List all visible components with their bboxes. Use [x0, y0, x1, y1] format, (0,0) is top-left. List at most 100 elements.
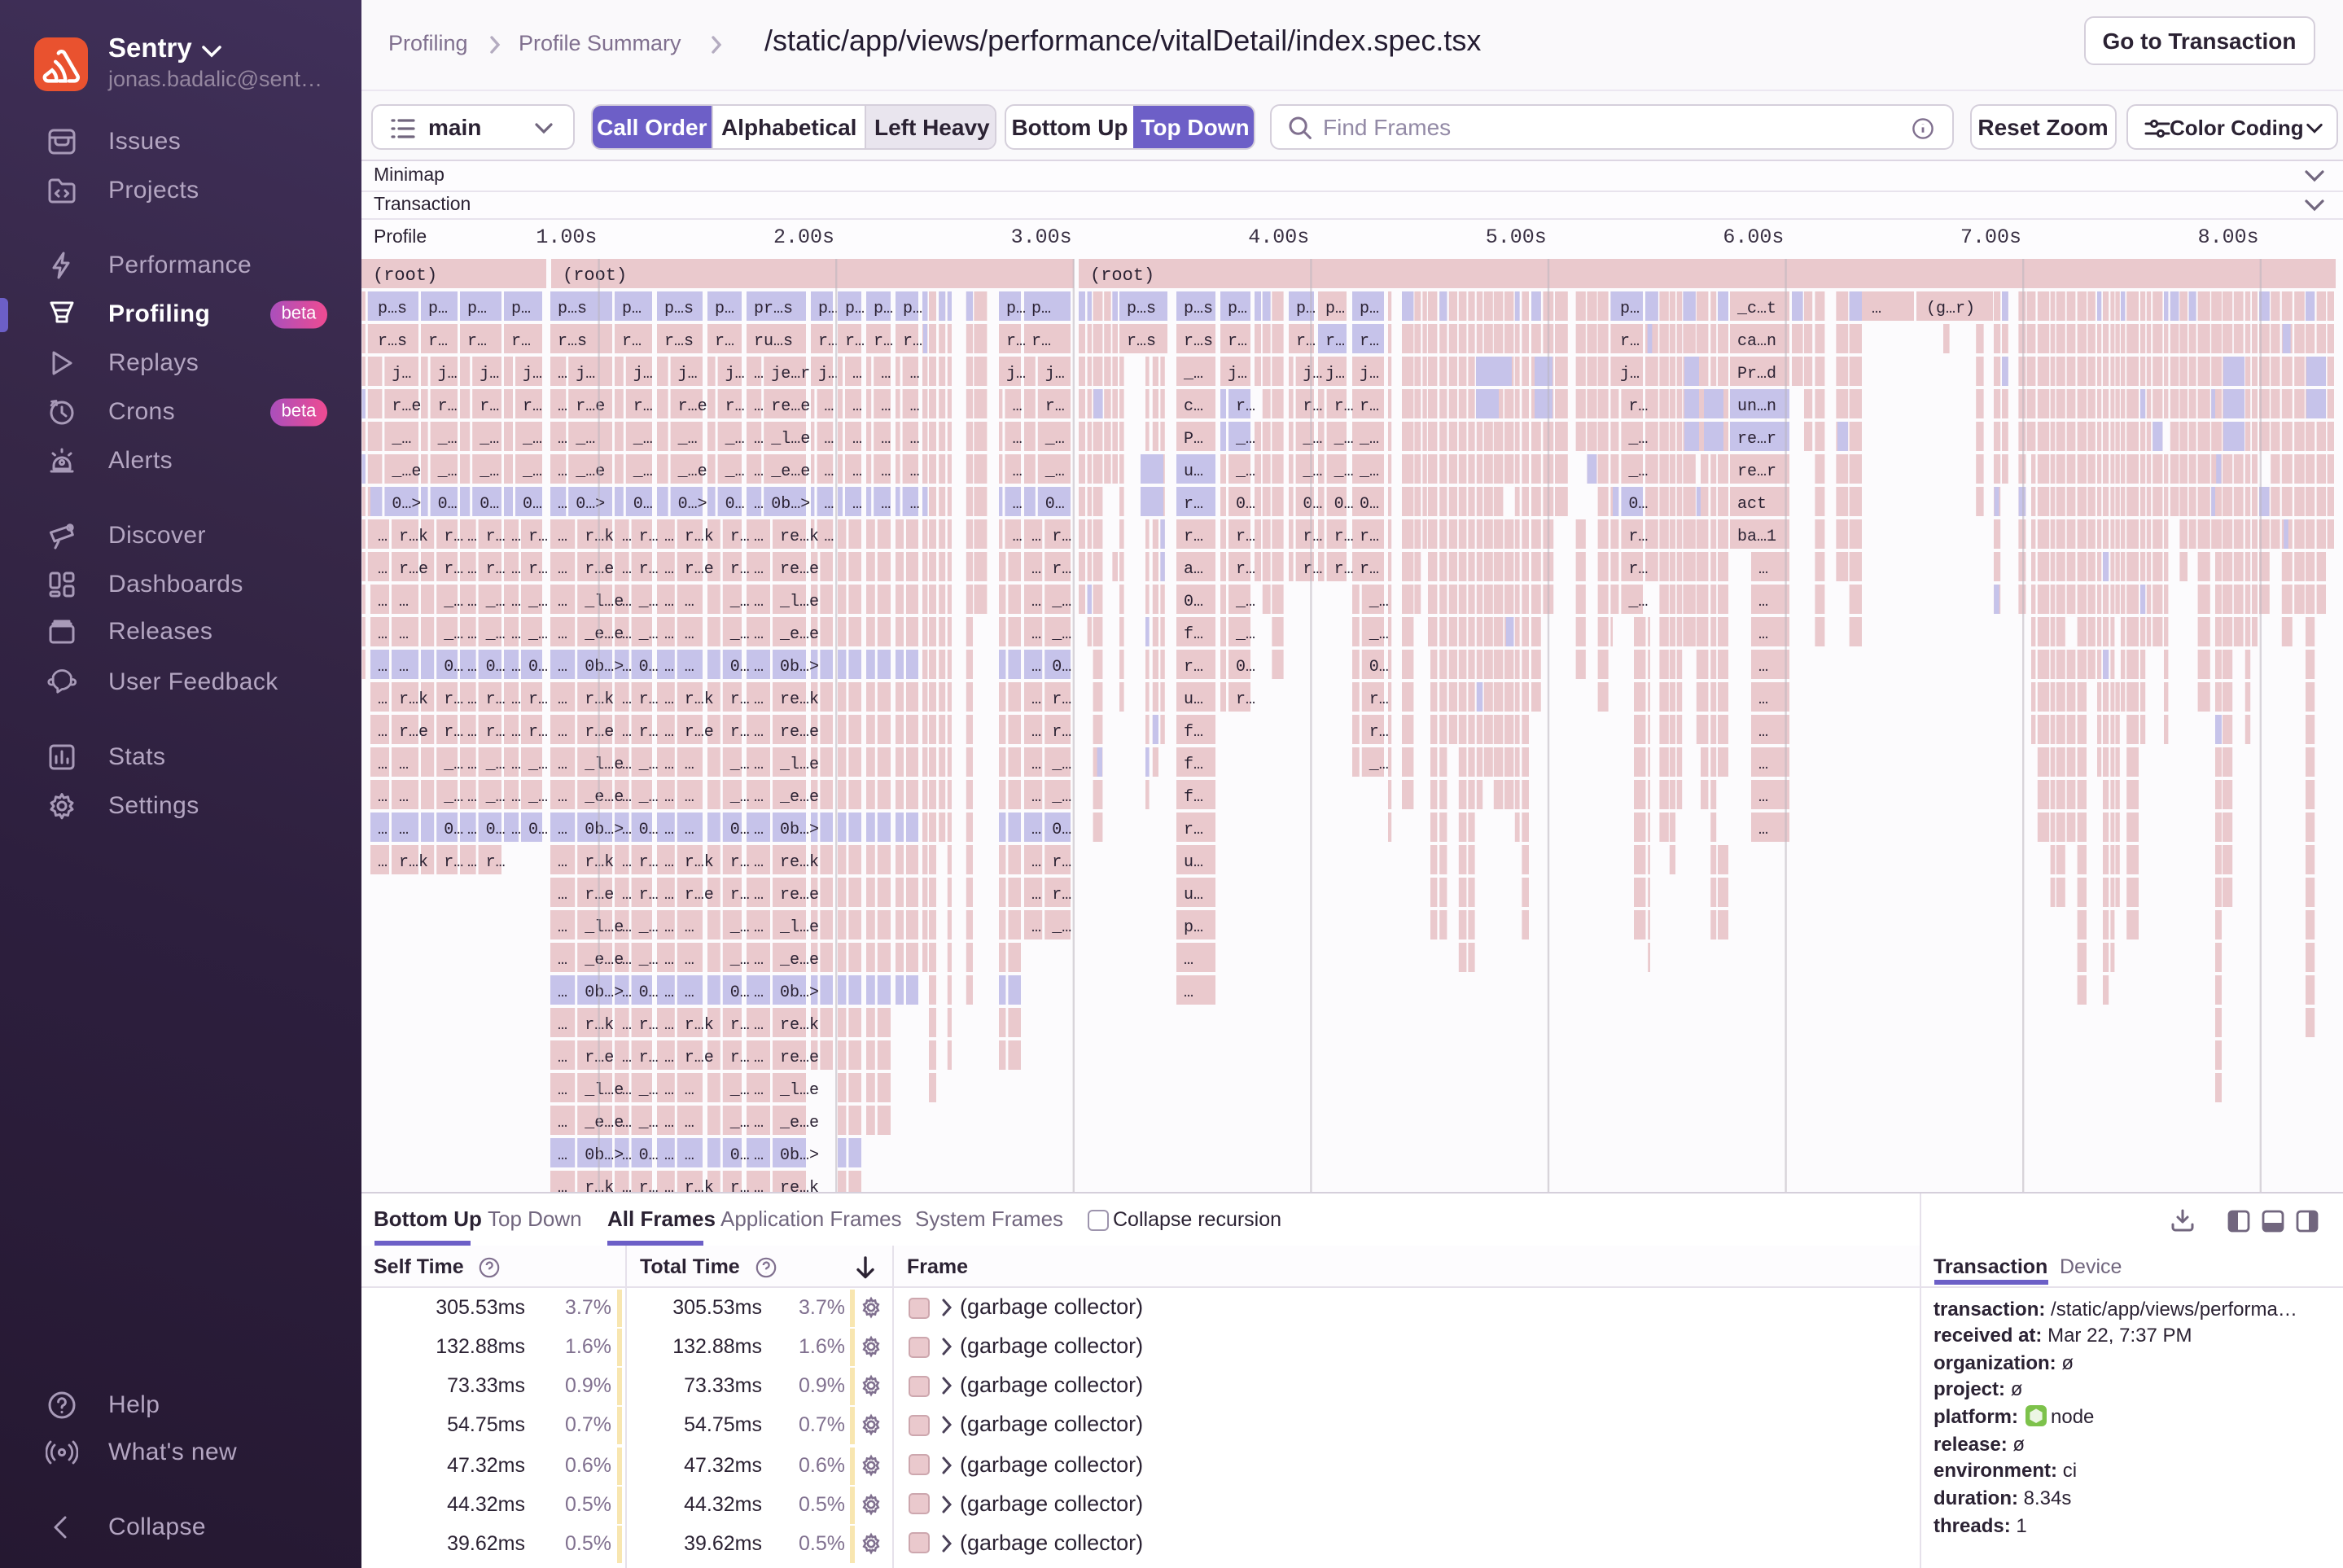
svg-text:r…: r…	[725, 397, 744, 416]
svg-text:…: …	[663, 593, 673, 611]
svg-text:r…: r…	[528, 560, 547, 579]
svg-text:…: …	[557, 430, 567, 449]
svg-text:0…: 0…	[1359, 495, 1378, 514]
svg-text:…: …	[510, 690, 520, 709]
svg-text:_l…e: _l…e	[778, 1081, 818, 1100]
svg-text:0b…>: 0b…>	[584, 983, 623, 1002]
svg-text:r…: r…	[638, 886, 658, 904]
svg-text:0…>: 0…>	[677, 495, 707, 514]
svg-text:r…s: r…s	[377, 332, 406, 351]
svg-text:_l…e: _l…e	[583, 918, 623, 937]
svg-text:0…: 0…	[1051, 821, 1071, 839]
svg-text:_…: _…	[724, 462, 744, 481]
svg-text:…: …	[377, 658, 387, 677]
svg-text:…: …	[557, 723, 567, 742]
svg-text:_…: _…	[484, 593, 505, 611]
svg-text:r…k: r…k	[398, 690, 427, 709]
svg-text:0…: 0…	[638, 1146, 658, 1165]
svg-text:r…: r…	[443, 528, 462, 546]
svg-text:r…: r…	[1051, 853, 1071, 872]
svg-text:_…: _…	[637, 625, 658, 644]
svg-text:…: …	[663, 951, 673, 970]
svg-text:_…: _…	[442, 756, 462, 774]
svg-text:…: …	[852, 397, 861, 416]
svg-text:p…: p…	[902, 300, 922, 318]
svg-text:…: …	[466, 658, 476, 677]
svg-text:0…: 0…	[729, 983, 749, 1002]
svg-text:…: …	[557, 625, 567, 644]
svg-text:_…: _…	[1044, 462, 1064, 481]
svg-text:re…e: re…e	[779, 1049, 818, 1067]
svg-text:_…: _…	[637, 593, 658, 611]
svg-text:…: …	[377, 560, 387, 579]
svg-text:p…: p…	[1619, 300, 1639, 318]
svg-text:r…: r…	[510, 332, 530, 351]
svg-text:…: …	[823, 430, 833, 449]
svg-text:…: …	[753, 658, 763, 677]
svg-text:…: …	[753, 1114, 763, 1132]
svg-text:u…: u…	[1183, 853, 1202, 872]
svg-text:_…: _…	[729, 593, 749, 611]
svg-text:p…: p…	[510, 300, 530, 318]
svg-text:r…: r…	[443, 560, 462, 579]
svg-text:…: …	[823, 528, 833, 546]
svg-text:r…: r…	[729, 723, 749, 742]
svg-text:a…: a…	[1183, 560, 1202, 579]
svg-text:…: …	[753, 430, 763, 449]
svg-text:_…: _…	[637, 1114, 658, 1132]
svg-text:r…k: r…k	[684, 690, 713, 709]
svg-text:…: …	[753, 723, 763, 742]
svg-text:0…: 0…	[638, 983, 658, 1002]
svg-text:r…e: r…e	[677, 397, 707, 416]
svg-text:…: …	[753, 625, 763, 644]
svg-text:0…: 0…	[1302, 495, 1321, 514]
svg-text:_…: _…	[1234, 625, 1255, 644]
svg-text:r…e: r…e	[398, 560, 427, 579]
svg-text:…: …	[852, 462, 861, 481]
svg-text:re…k: re…k	[779, 528, 818, 546]
svg-text:_…: _…	[1368, 593, 1388, 611]
svg-text:…: …	[753, 1179, 763, 1192]
svg-text:…: …	[753, 886, 763, 904]
svg-text:…: …	[753, 462, 763, 481]
svg-text:…: …	[909, 462, 919, 481]
svg-text:r…: r…	[638, 1049, 658, 1067]
svg-text:p…s: p…s	[1126, 300, 1155, 318]
svg-text:0…: 0…	[1235, 658, 1255, 677]
svg-text:p…: p…	[466, 300, 486, 318]
svg-text:…: …	[1758, 560, 1767, 579]
svg-text:…: …	[663, 723, 673, 742]
svg-text:f…: f…	[1183, 756, 1202, 774]
svg-text:r…k: r…k	[684, 1179, 713, 1192]
svg-text:0…: 0…	[443, 821, 462, 839]
svg-text:_e…e: _e…e	[769, 462, 809, 481]
svg-text:r…e: r…e	[684, 1049, 713, 1067]
svg-text:p…: p…	[1295, 300, 1315, 318]
svg-text:re…e: re…e	[779, 560, 818, 579]
svg-text:0…: 0…	[1369, 658, 1388, 677]
svg-text:…: …	[466, 788, 476, 807]
svg-text:…: …	[466, 821, 476, 839]
svg-text:r…: r…	[1359, 332, 1378, 351]
svg-text:je…r: je…r	[770, 365, 809, 383]
svg-text:r…: r…	[1051, 690, 1071, 709]
svg-text:…: …	[557, 821, 567, 839]
svg-text:u…: u…	[1183, 690, 1202, 709]
svg-text:_…: _…	[1234, 593, 1255, 611]
svg-text:…: …	[909, 495, 919, 514]
svg-text:r…: r…	[638, 1016, 658, 1035]
svg-text:_…: _…	[724, 430, 744, 449]
svg-text:…: …	[621, 625, 631, 644]
svg-text:0…: 0…	[1627, 495, 1647, 514]
svg-text:_…: _…	[637, 951, 658, 970]
svg-text:_l…e: _l…e	[769, 430, 809, 449]
svg-text:r…: r…	[1334, 528, 1353, 546]
svg-text:0b…>: 0b…>	[584, 1146, 623, 1165]
svg-text:_…: _…	[1358, 462, 1378, 481]
svg-text:f…: f…	[1183, 625, 1202, 644]
svg-text:…: …	[753, 690, 763, 709]
svg-text:…: …	[466, 593, 476, 611]
svg-text:r…: r…	[729, 528, 749, 546]
svg-text:_…: _…	[574, 430, 594, 449]
svg-text:…: …	[1031, 690, 1040, 709]
